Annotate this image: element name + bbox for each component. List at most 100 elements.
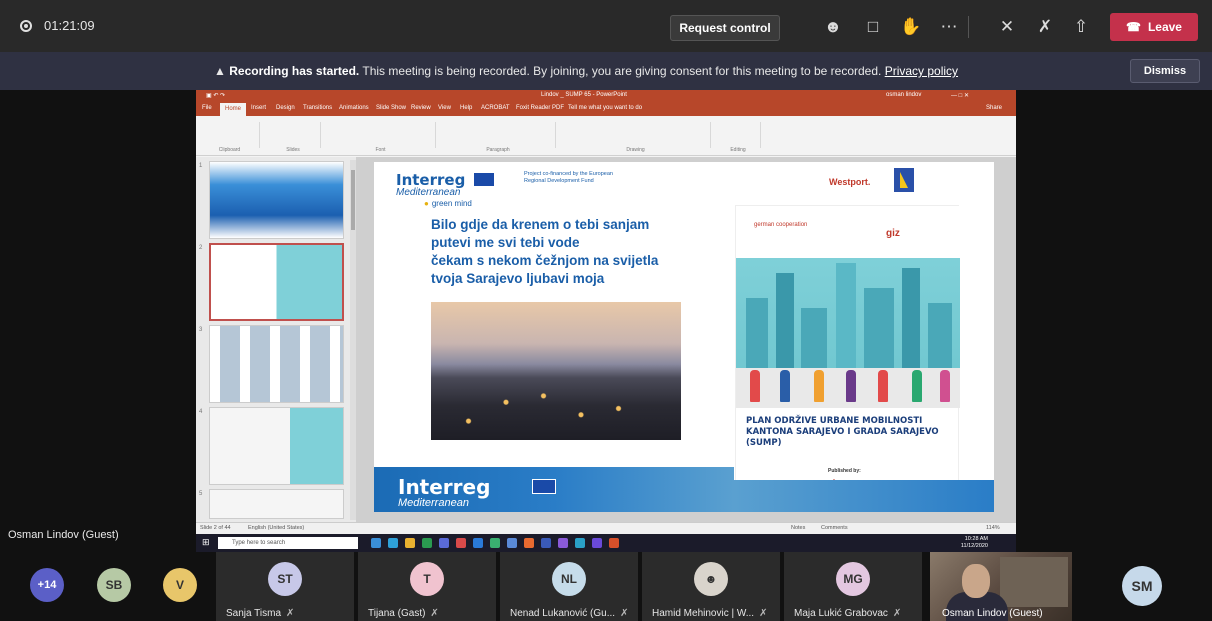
taskbar-clock: 10:28 AM 11/12/2020: [961, 536, 988, 550]
hang-up-icon: ☎: [1126, 20, 1141, 34]
participant-tile[interactable]: ST Sanja Tisma ✗: [216, 552, 354, 621]
taskbar-app-icon: [439, 538, 449, 548]
taskbar-app-icon: [558, 538, 568, 548]
more-actions-icon[interactable]: ⋯: [936, 14, 962, 40]
participant-avatar: MG: [836, 562, 870, 596]
camera-off-icon[interactable]: ✕: [994, 14, 1020, 40]
participant-tile[interactable]: ☻ Hamid Mehinovic | W... ✗: [642, 552, 780, 621]
participants-icon[interactable]: ☻: [820, 14, 846, 40]
comments-toggle: Comments: [821, 525, 848, 531]
raise-hand-icon[interactable]: ✋: [898, 14, 924, 40]
video-background-shelf: [1000, 557, 1068, 607]
quick-access-icons: ▣ ↶ ↷: [206, 93, 226, 99]
tab-insert: Insert: [251, 105, 267, 111]
poem-text: Bilo gdje da krenem o tebi sanjam putevi…: [431, 216, 731, 288]
font-group: Font: [326, 122, 436, 153]
more-participants-button[interactable]: +14: [30, 568, 64, 602]
footer-mediterranean-text: Mediterranean: [398, 497, 469, 509]
mic-off-icon: ✗: [430, 608, 439, 619]
poem-line: Bilo gdje da krenem o tebi sanjam: [431, 217, 650, 232]
tab-design: Design: [276, 105, 295, 111]
poem-line: tvoja Sarajevo ljubavi moja: [431, 271, 605, 286]
participant-name: Hamid Mehinovic | W... ✗: [652, 608, 767, 619]
ppt-status-bar: Slide 2 of 44 English (United States) No…: [196, 522, 1016, 534]
tab-acrobat: ACROBAT: [481, 105, 510, 111]
participant-tile[interactable]: MG Maja Lukić Grabovac ✗: [784, 552, 922, 621]
cofinanced-text: Project co-financed by the European Regi…: [524, 171, 613, 184]
request-control-button[interactable]: Request control: [670, 15, 780, 41]
meeting-controls-bar: 01:21:09 Request control ☻ □ ✋ ⋯ ✕ ✗ ⇧ ☎…: [0, 0, 1212, 52]
presenter-name: Osman Lindov (Guest): [8, 529, 119, 541]
thumb-number: 2: [199, 245, 203, 251]
participant-avatar: T: [410, 562, 444, 596]
pedestrian: [750, 370, 760, 402]
poem-line: putevi me svi tebi vode: [431, 235, 580, 250]
taskbar-app-icon: [592, 538, 602, 548]
ribbon-tabs: File Home Insert Design Transitions Anim…: [196, 102, 1016, 116]
pedestrian: [814, 370, 824, 402]
leave-button[interactable]: ☎ Leave: [1110, 13, 1198, 41]
building: [746, 298, 768, 368]
participant-avatar-sb[interactable]: SB: [97, 568, 131, 602]
taskbar-app-icon: [405, 538, 415, 548]
participant-avatar-v[interactable]: V: [163, 568, 197, 602]
slide-thumbnail: [209, 325, 344, 403]
building: [801, 308, 827, 368]
participant-tile[interactable]: T Tijana (Gast) ✗: [358, 552, 496, 621]
participant-video-tile[interactable]: Osman Lindov (Guest): [930, 552, 1072, 621]
building: [836, 263, 856, 368]
tab-home: Home: [220, 103, 247, 116]
clock-date: 11/12/2020: [960, 543, 988, 549]
slides-label: Slides: [286, 147, 300, 153]
pedestrian: [912, 370, 922, 402]
powerpoint-window-title: Lindov _ SUMP 65 - PowerPoint: [541, 92, 627, 98]
building: [902, 268, 920, 368]
slide-editor: Interreg Mediterranean green mind Projec…: [356, 157, 1016, 522]
current-slide: Interreg Mediterranean green mind Projec…: [374, 162, 994, 512]
mic-off-icon[interactable]: ✗: [1032, 14, 1058, 40]
thumb-number: 5: [199, 491, 203, 497]
city-lights: [431, 377, 681, 440]
taskbar-app-icon: [388, 538, 398, 548]
sarajevo-photo: [431, 302, 681, 440]
clipboard-group: Clipboard: [200, 122, 260, 153]
recording-banner: ▲ Recording has started. This meeting is…: [0, 52, 1212, 90]
participant-tile[interactable]: NL Nenad Lukanović (Gu... ✗: [500, 552, 638, 621]
participant-avatar-sm[interactable]: SM: [1122, 566, 1162, 606]
footer-interreg-logo: Interreg: [398, 475, 491, 499]
published-by-label: Published by:: [828, 468, 861, 474]
interreg-footer-band: Interreg Mediterranean: [374, 467, 734, 512]
notes-toggle: Notes: [791, 525, 806, 531]
participant-photo-avatar: ☻: [694, 562, 728, 596]
tab-foxit: Foxit Reader PDF: [516, 105, 565, 111]
taskbar-search: Type here to search: [218, 537, 358, 549]
slide-thumbnails-pane: 1 2 3 4 5: [196, 157, 356, 522]
language-status: English (United States): [248, 525, 305, 531]
building: [928, 303, 952, 368]
tab-help: Help: [460, 105, 473, 111]
recording-started-label: Recording has started.: [229, 64, 360, 78]
footer-band-right: [734, 480, 994, 512]
tab-review: Review: [411, 105, 431, 111]
participant-name-text: Nenad Lukanović (Gu...: [510, 608, 616, 619]
thumb-number: 1: [199, 163, 203, 169]
dismiss-button[interactable]: Dismiss: [1130, 59, 1200, 83]
pedestrian: [940, 370, 950, 402]
mic-off-icon: ✗: [759, 608, 768, 619]
pedestrian: [878, 370, 888, 402]
paragraph-label: Paragraph: [486, 147, 510, 153]
plan-title: PLAN ODRŽIVE URBANE MOBILNOSTI KANTONA S…: [746, 416, 939, 448]
share-tray-icon[interactable]: ⇧: [1068, 14, 1094, 40]
participant-name-text: Tijana (Gast): [368, 608, 426, 619]
city-illustration: [736, 258, 960, 408]
green-mind-logo: green mind: [424, 199, 472, 208]
windows-taskbar: ⊞ Type here to search 10:28 AM 11/12/202…: [196, 534, 1016, 552]
poem-line: čekam s nekom čežnjom na svijetla: [431, 253, 659, 268]
tab-file: File: [202, 105, 212, 111]
warning-icon: ▲: [214, 64, 226, 78]
video-participant-name: Osman Lindov (Guest): [942, 608, 1043, 619]
pedestrian: [846, 370, 856, 402]
cover-header: german cooperation giz: [736, 206, 960, 258]
privacy-policy-link[interactable]: Privacy policy: [885, 64, 958, 78]
chat-icon[interactable]: □: [860, 14, 886, 40]
